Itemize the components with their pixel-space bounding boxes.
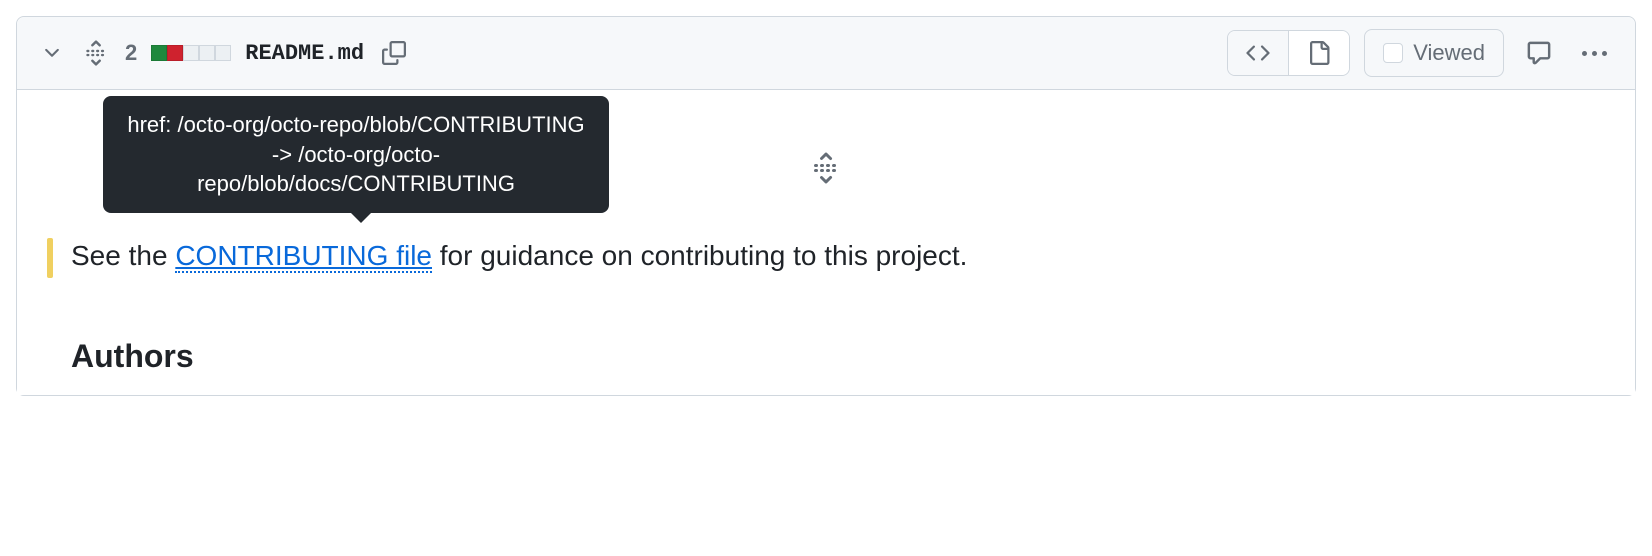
comment-button[interactable]	[1518, 32, 1560, 74]
expand-all-button[interactable]	[81, 38, 111, 68]
text-after-link: for guidance on contributing to this pro…	[432, 240, 967, 271]
diff-block-added	[151, 45, 167, 61]
viewed-toggle[interactable]: Viewed	[1364, 29, 1504, 77]
comment-icon	[1526, 40, 1552, 66]
copy-path-button[interactable]	[378, 37, 410, 69]
diff-stat-blocks	[151, 45, 231, 61]
kebab-icon	[1582, 51, 1607, 56]
diff-block-neutral	[215, 45, 231, 61]
diff-block-neutral	[183, 45, 199, 61]
contributing-link[interactable]: CONTRIBUTING file	[175, 240, 432, 273]
change-marker	[47, 238, 53, 278]
file-body: href: /octo-org/octo-repo/blob/CONTRIBUT…	[17, 90, 1635, 395]
more-options-button[interactable]	[1574, 43, 1615, 64]
change-count: 2	[125, 40, 137, 66]
collapse-button[interactable]	[37, 38, 67, 68]
filename[interactable]: README.md	[245, 41, 364, 66]
text-before-link: See the	[71, 240, 175, 271]
expand-context-button[interactable]	[808, 150, 844, 186]
unfold-icon	[83, 40, 109, 66]
href-diff-tooltip: href: /octo-org/octo-repo/blob/CONTRIBUT…	[103, 96, 609, 213]
diff-block-removed	[167, 45, 183, 61]
chevron-down-icon	[41, 42, 63, 64]
view-mode-toggle	[1227, 30, 1350, 76]
rendered-view-button[interactable]	[1288, 31, 1349, 75]
viewed-checkbox	[1383, 43, 1403, 63]
diff-text: See the CONTRIBUTING file for guidance o…	[71, 236, 967, 275]
diff-line: href: /octo-org/octo-repo/blob/CONTRIBUT…	[47, 236, 1605, 278]
unfold-icon	[810, 152, 842, 184]
copy-icon	[382, 41, 406, 65]
viewed-label: Viewed	[1413, 40, 1485, 66]
diff-block-neutral	[199, 45, 215, 61]
file-header: 2 README.md Viewed	[17, 17, 1635, 90]
file-diff-container: 2 README.md Viewed	[16, 16, 1636, 396]
code-icon	[1246, 41, 1270, 65]
file-icon	[1307, 41, 1331, 65]
source-view-button[interactable]	[1228, 31, 1288, 75]
section-heading-authors: Authors	[71, 338, 1605, 375]
